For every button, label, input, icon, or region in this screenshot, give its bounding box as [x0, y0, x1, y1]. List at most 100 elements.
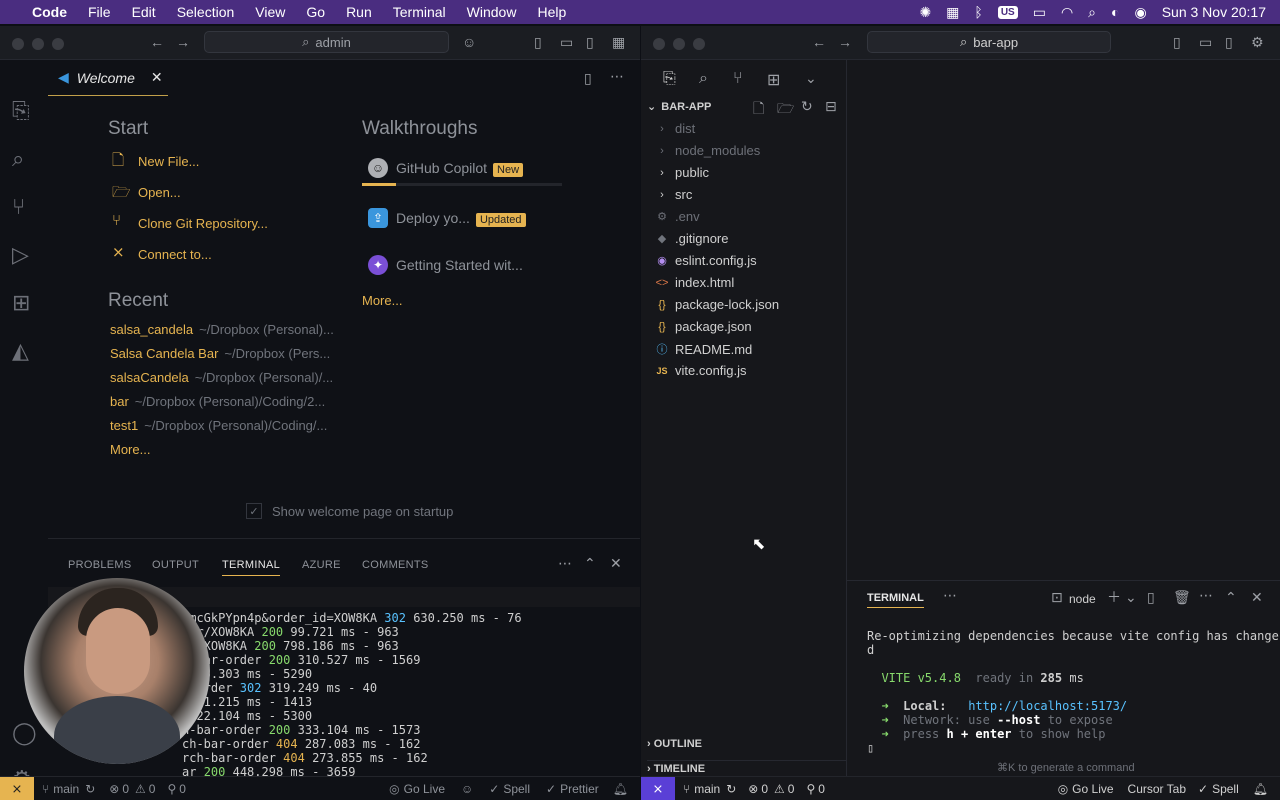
customize-layout-icon[interactable]: ▦ — [612, 34, 625, 51]
tab-terminal[interactable]: TERMINAL — [222, 559, 281, 576]
menu-file[interactable]: File — [88, 4, 111, 20]
copilot-icon[interactable]: ☺ — [462, 34, 476, 50]
toggle-secondary-sidebar-icon[interactable]: ▯ — [586, 34, 594, 51]
menu-app-name[interactable]: Code — [32, 4, 67, 20]
back-arrow-icon[interactable]: ← — [812, 34, 826, 50]
terminal-shell-name[interactable]: node — [1069, 592, 1096, 606]
search-icon[interactable]: ⌕ — [699, 70, 708, 88]
split-editor-icon[interactable]: ▯ — [584, 70, 592, 87]
walkthrough-copilot[interactable]: GitHub Copilot New — [396, 160, 524, 177]
forward-arrow-icon[interactable]: → — [176, 34, 190, 50]
menu-clock[interactable]: Sun 3 Nov 20:17 — [1162, 4, 1266, 20]
tree-item-folder[interactable]: › node_modules — [655, 143, 760, 158]
account-icon[interactable]: ◯ — [12, 720, 37, 746]
error-count[interactable]: 0 — [122, 782, 129, 796]
source-control-icon[interactable]: ⑂ — [733, 70, 743, 88]
close-icon[interactable]: ✕ — [151, 69, 163, 86]
tab-problems[interactable]: PROBLEMS — [68, 559, 132, 571]
recent-item[interactable]: salsaCandela ~/Dropbox (Personal)/... — [110, 370, 333, 385]
menu-go[interactable]: Go — [306, 4, 325, 20]
walkthroughs-more-link[interactable]: More... — [362, 293, 402, 308]
close-panel-icon[interactable]: ✕ — [610, 555, 622, 572]
explorer-root[interactable]: ⌄ BAR-APP — [647, 100, 711, 113]
copilot-status-icon[interactable]: ☺ — [461, 782, 473, 796]
command-center-search[interactable]: ⌕ admin — [204, 31, 449, 53]
toggle-secondary-sidebar-icon[interactable]: ▯ — [1225, 34, 1233, 51]
remote-icon[interactable]: ⨯ — [0, 776, 34, 800]
menu-window[interactable]: Window — [467, 4, 517, 20]
command-center-search[interactable]: ⌕ bar-app — [867, 31, 1111, 53]
toggle-panel-icon[interactable]: ▭ — [560, 34, 573, 51]
menu-help[interactable]: Help — [537, 4, 566, 20]
open-link[interactable]: Open... — [138, 185, 181, 200]
search-icon[interactable]: ⌕ — [1088, 4, 1096, 21]
more-actions-icon[interactable]: ⋯ — [558, 555, 572, 572]
walkthrough-getting-started[interactable]: Getting Started wit... — [396, 257, 523, 273]
forward-arrow-icon[interactable]: → — [838, 34, 852, 50]
menu-selection[interactable]: Selection — [177, 4, 235, 20]
spell-button[interactable]: Spell — [1212, 782, 1239, 796]
back-arrow-icon[interactable]: ← — [150, 34, 164, 50]
tree-item-folder[interactable]: › src — [655, 187, 692, 202]
tab-output[interactable]: OUTPUT — [152, 559, 199, 571]
terminal-output[interactable]: Re-optimizing dependencies because vite … — [867, 629, 1279, 755]
extensions-icon[interactable]: ⊞ — [767, 70, 780, 90]
outline-section[interactable]: › OUTLINE — [647, 738, 702, 750]
sync-icon[interactable]: ↻ — [85, 782, 95, 796]
connect-to-link[interactable]: Connect to... — [138, 247, 212, 262]
recent-more-link[interactable]: More... — [110, 442, 150, 457]
spell-button[interactable]: Spell — [503, 782, 530, 796]
tree-item-file[interactable]: ◉ eslint.config.js — [655, 253, 756, 268]
toggle-sidebar-icon[interactable]: ▯ — [534, 34, 542, 51]
window-controls[interactable] — [12, 38, 64, 50]
warning-count[interactable]: 0 — [149, 782, 156, 796]
menu-view[interactable]: View — [255, 4, 285, 20]
branch-name[interactable]: main — [694, 782, 720, 796]
siri-icon[interactable]: ◉ — [1134, 4, 1146, 21]
warning-count[interactable]: 0 — [788, 782, 795, 796]
split-terminal-icon[interactable]: ▯ — [1147, 589, 1155, 606]
ports-count[interactable]: 0 — [179, 782, 186, 796]
timeline-section[interactable]: › TIMELINE — [647, 760, 847, 775]
battery-icon[interactable]: ▭ — [1033, 4, 1046, 21]
clone-repo-link[interactable]: Clone Git Repository... — [138, 216, 268, 231]
gear-icon[interactable]: ⚙ — [1251, 34, 1264, 51]
more-actions-icon[interactable]: ⋯ — [610, 68, 624, 85]
window-layout-icon[interactable]: ▦ — [946, 4, 959, 21]
chevron-down-icon[interactable]: ⌄ — [805, 70, 817, 87]
explorer-icon[interactable]: ⎘ — [12, 98, 30, 124]
maximize-panel-icon[interactable]: ⌃ — [584, 555, 596, 572]
collapse-all-icon[interactable]: ⊟ — [825, 98, 837, 115]
recent-item[interactable]: salsa_candela ~/Dropbox (Personal)... — [110, 322, 334, 337]
chevron-down-icon[interactable]: ⌄ — [1125, 589, 1137, 606]
sync-icon[interactable]: ↻ — [726, 782, 736, 796]
search-icon[interactable]: ⌕ — [12, 146, 24, 172]
show-welcome-checkbox[interactable]: ✓ Show welcome page on startup — [246, 503, 453, 519]
menu-terminal[interactable]: Terminal — [393, 4, 446, 20]
prettier-button[interactable]: Prettier — [560, 782, 599, 796]
menu-run[interactable]: Run — [346, 4, 372, 20]
new-folder-icon[interactable]: 🗁 — [777, 98, 794, 122]
tree-item-file[interactable]: ⓘ README.md — [655, 341, 753, 357]
wifi-icon[interactable]: ◠ — [1061, 4, 1073, 21]
tab-comments[interactable]: COMMENTS — [362, 559, 429, 571]
close-panel-icon[interactable]: ✕ — [1251, 589, 1263, 606]
ports-count[interactable]: 0 — [818, 782, 825, 796]
recent-item[interactable]: Salsa Candela Bar ~/Dropbox (Pers... — [110, 346, 330, 361]
trash-icon[interactable]: 🗑︎ — [1173, 589, 1191, 606]
tab-welcome[interactable]: ◀ Welcome ✕ — [48, 60, 168, 96]
source-control-icon[interactable]: ⑂ — [12, 194, 25, 220]
tab-azure[interactable]: AZURE — [302, 559, 341, 571]
add-terminal-icon[interactable]: ＋ — [1107, 587, 1121, 607]
explorer-icon[interactable]: ⎘ — [663, 70, 676, 88]
toggle-panel-icon[interactable]: ▭ — [1199, 34, 1212, 51]
tree-item-file[interactable]: JS vite.config.js — [655, 363, 746, 378]
menu-edit[interactable]: Edit — [132, 4, 156, 20]
keyboard-layout-badge[interactable]: US — [997, 5, 1018, 19]
tree-item-folder[interactable]: › public — [655, 165, 709, 180]
new-file-icon[interactable]: 🗋 — [753, 98, 764, 122]
new-file-link[interactable]: New File... — [138, 154, 199, 169]
extensions-icon[interactable]: ⊞ — [12, 290, 30, 316]
branch-name[interactable]: main — [53, 782, 79, 796]
tree-item-file[interactable]: ⚙ .env — [655, 209, 700, 224]
